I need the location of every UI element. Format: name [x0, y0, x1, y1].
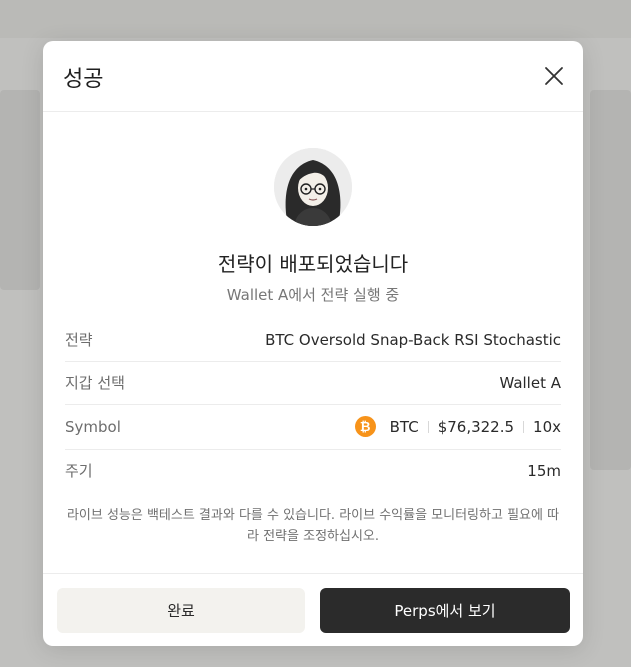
success-dialog: 성공 전략이 배포되었습니다 Wallet A에서 전략 실행 중 전략 BTC…	[43, 41, 583, 646]
symbol-details: ₿ BTC $76,322.5 10x	[354, 416, 561, 437]
dialog-header: 성공	[43, 41, 583, 112]
close-icon[interactable]	[543, 65, 565, 87]
symbol-ticker: BTC	[389, 417, 419, 436]
strategy-name: BTC Oversold Snap-Back RSI Stochastic	[265, 330, 561, 349]
dialog-footer: 완료 Perps에서 보기	[43, 573, 583, 646]
symbol-leverage: 10x	[533, 417, 561, 436]
symbol-price: $76,322.5	[437, 417, 515, 436]
done-button[interactable]: 완료	[57, 588, 305, 633]
performance-notice: 라이브 성능은 백테스트 결과와 다를 수 있습니다. 라이브 수익률을 모니터…	[66, 508, 560, 544]
row-label: 지갑 선택	[65, 374, 125, 392]
view-in-perps-button[interactable]: Perps에서 보기	[320, 588, 570, 633]
detail-row-symbol: Symbol ₿ BTC $76,322.5 10x	[65, 404, 561, 450]
success-subline: Wallet A에서 전략 실행 중	[226, 286, 400, 304]
wallet-name: Wallet A	[499, 373, 561, 392]
detail-row-strategy: 전략 BTC Oversold Snap-Back RSI Stochastic	[65, 318, 561, 362]
row-label: 전략	[65, 331, 93, 349]
bitcoin-icon: ₿	[354, 416, 376, 437]
avatar-illustration	[274, 148, 352, 226]
row-label: Symbol	[65, 417, 121, 436]
success-headline: 전략이 배포되었습니다	[217, 252, 409, 276]
dialog-title: 성공	[63, 67, 104, 92]
detail-row-interval: 주기 15m	[65, 449, 561, 492]
avatar	[274, 148, 352, 226]
divider	[427, 420, 429, 433]
detail-row-wallet: 지갑 선택 Wallet A	[65, 361, 561, 405]
interval-value: 15m	[527, 461, 561, 480]
divider	[523, 420, 525, 433]
row-label: 주기	[65, 462, 93, 480]
